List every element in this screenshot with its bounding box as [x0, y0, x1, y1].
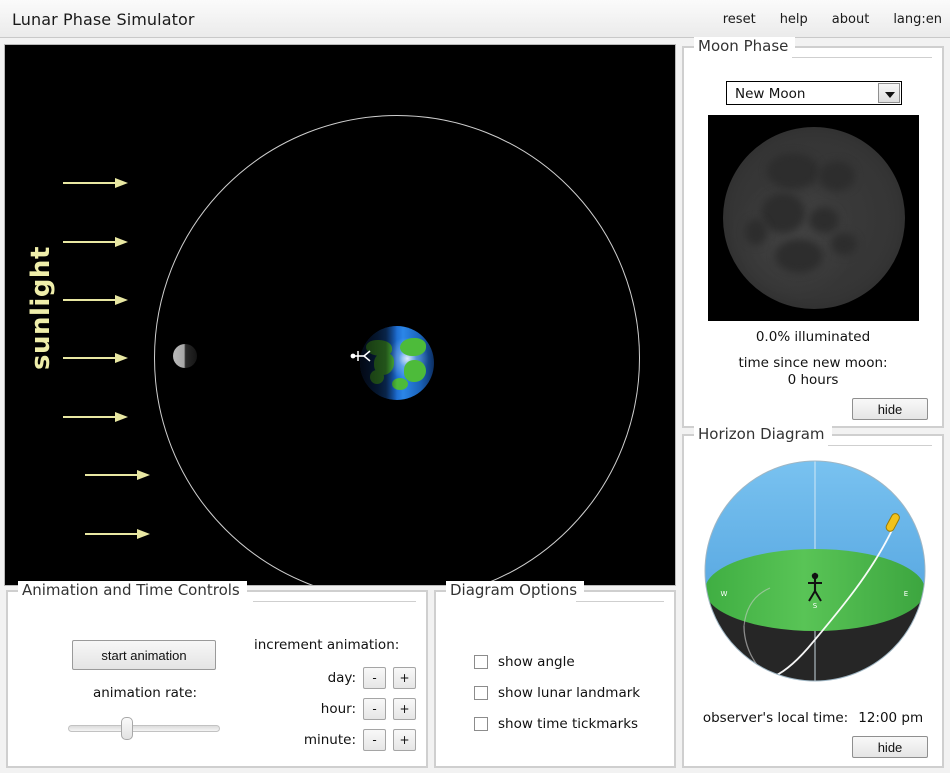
horizon-diagram-hide-button[interactable]: hide [852, 736, 928, 758]
illumination-text: 0.0% illuminated [684, 329, 942, 345]
animation-rate-label: animation rate: [47, 685, 243, 701]
nav-link-about[interactable]: about [832, 12, 870, 27]
compass-label-west: W [721, 590, 728, 598]
horizon-diagram-panel: Horizon Diagram [682, 434, 944, 768]
time-since-new-moon-label: time since new moon: [684, 355, 942, 371]
animation-rate-slider[interactable] [68, 719, 220, 737]
hour-decrement-button[interactable]: - [363, 698, 386, 720]
minute-increment-button[interactable]: + [393, 729, 416, 751]
moon-disc [723, 127, 905, 309]
title-bar: Lunar Phase Simulator reset help about l… [0, 0, 950, 38]
increment-day-label: day: [328, 670, 356, 686]
horizon-sphere-diagram[interactable]: N S W E [704, 460, 926, 682]
minute-decrement-button[interactable]: - [363, 729, 386, 751]
day-increment-button[interactable]: + [393, 667, 416, 689]
main-orbit-diagram[interactable]: sunlight [4, 44, 676, 586]
show-time-tickmarks-checkbox[interactable] [474, 717, 488, 731]
increment-row-hour: hour: - + [254, 698, 426, 720]
nav-link-reset[interactable]: reset [723, 12, 756, 27]
slider-thumb[interactable] [121, 717, 133, 740]
hour-increment-button[interactable]: + [393, 698, 416, 720]
show-time-tickmarks-label: show time tickmarks [498, 716, 638, 732]
nav-link-lang[interactable]: lang:en [893, 12, 942, 27]
slider-track[interactable] [68, 725, 220, 732]
sunlight-label: sunlight [26, 250, 56, 370]
compass-label-east: E [904, 590, 908, 598]
time-since-new-moon-value: 0 hours [684, 372, 942, 388]
increment-row-minute: minute: - + [254, 729, 426, 751]
moon-on-orbit[interactable] [173, 344, 197, 368]
chevron-down-icon[interactable] [878, 83, 900, 103]
observer-local-time-label: observer's local time: [703, 710, 848, 726]
show-lunar-landmark-checkbox[interactable] [474, 686, 488, 700]
show-angle-label: show angle [498, 654, 575, 670]
diagram-options-panel: Diagram Options show angle show lunar la… [434, 590, 676, 768]
moon-phase-panel: Moon Phase New Moon 0.0% illuminated tim… [682, 46, 944, 428]
moon-phase-select[interactable]: New Moon [726, 81, 902, 105]
increment-row-day: day: - + [254, 667, 426, 689]
show-angle-checkbox[interactable] [474, 655, 488, 669]
increment-minute-label: minute: [304, 732, 356, 748]
show-lunar-landmark-label: show lunar landmark [498, 685, 640, 701]
moon-phase-legend: Moon Phase [694, 37, 795, 55]
moon-phase-image [708, 115, 919, 321]
increment-animation-label: increment animation: [254, 637, 399, 653]
observer-stick-figure-icon [349, 348, 375, 364]
animation-time-controls-panel: Animation and Time Controls start animat… [6, 590, 428, 768]
nav-link-help[interactable]: help [780, 12, 808, 27]
page-title: Lunar Phase Simulator [12, 10, 195, 29]
animation-panel-legend: Animation and Time Controls [18, 581, 247, 599]
day-decrement-button[interactable]: - [363, 667, 386, 689]
start-animation-button[interactable]: start animation [72, 640, 216, 670]
lunar-phase-simulator-app: Lunar Phase Simulator reset help about l… [0, 0, 950, 773]
top-nav: reset help about lang:en [723, 12, 942, 27]
compass-label-south: S [813, 602, 818, 610]
observer-local-time: observer's local time: 12:00 pm [684, 710, 942, 726]
diagram-options-legend: Diagram Options [446, 581, 584, 599]
moon-phase-hide-button[interactable]: hide [852, 398, 928, 420]
increment-hour-label: hour: [321, 701, 356, 717]
horizon-diagram-legend: Horizon Diagram [694, 425, 832, 443]
moon-phase-selected-value: New Moon [735, 86, 805, 102]
observer-local-time-value: 12:00 pm [858, 710, 923, 726]
